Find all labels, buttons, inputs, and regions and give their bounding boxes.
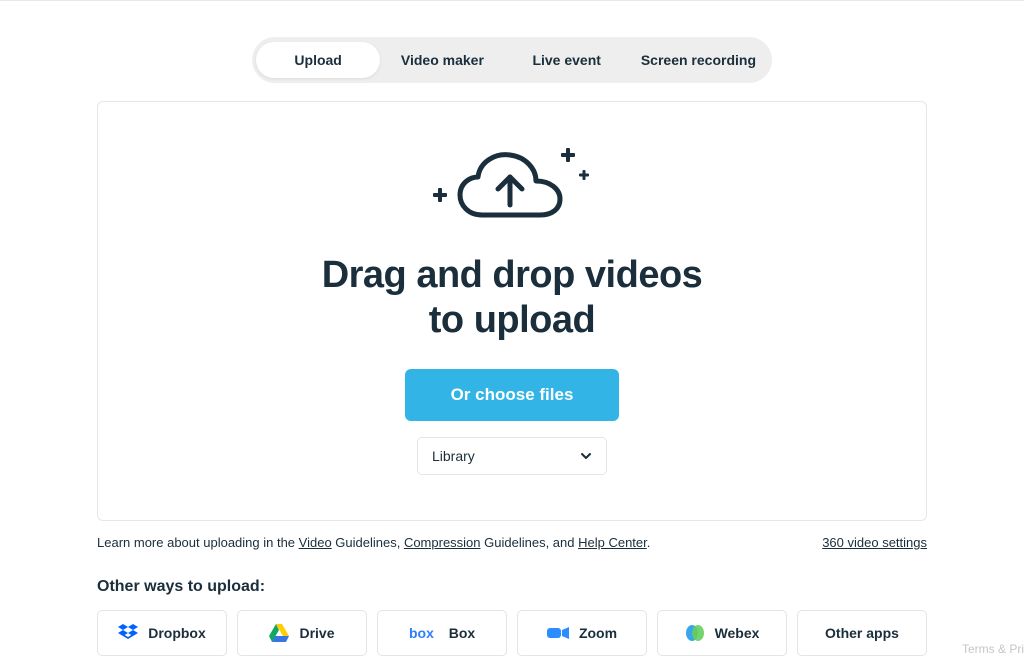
- provider-zoom[interactable]: Zoom: [517, 610, 647, 656]
- guidelines-end: .: [647, 535, 651, 550]
- help-center-link[interactable]: Help Center: [578, 535, 647, 550]
- help-row: Learn more about uploading in the Video …: [97, 535, 927, 550]
- mode-tabs: Upload Video maker Live event Screen rec…: [252, 37, 772, 83]
- drop-zone-headline: Drag and drop videos to upload: [322, 253, 703, 343]
- destination-select[interactable]: Library: [417, 437, 607, 475]
- provider-label: Drive: [299, 625, 334, 641]
- zoom-icon: [547, 626, 569, 640]
- webex-icon: [685, 624, 705, 642]
- cloud-upload-illustration: [412, 147, 612, 237]
- guidelines-sep2: Guidelines, and: [481, 535, 579, 550]
- upload-drop-zone[interactable]: Drag and drop videos to upload Or choose…: [97, 101, 927, 521]
- provider-box[interactable]: box Box: [377, 610, 507, 656]
- tab-video-maker[interactable]: Video maker: [380, 42, 504, 78]
- provider-label: Box: [449, 625, 475, 641]
- provider-label: Other apps: [825, 625, 899, 641]
- video-guidelines-link[interactable]: Video: [299, 535, 332, 550]
- compression-guidelines-link[interactable]: Compression: [404, 535, 481, 550]
- box-icon: box: [409, 625, 439, 641]
- google-drive-icon: [269, 624, 289, 642]
- provider-drive[interactable]: Drive: [237, 610, 367, 656]
- choose-files-button[interactable]: Or choose files: [405, 369, 620, 421]
- headline-line-1: Drag and drop videos: [322, 254, 703, 296]
- dropbox-icon: [118, 624, 138, 642]
- tab-upload[interactable]: Upload: [256, 42, 380, 78]
- provider-webex[interactable]: Webex: [657, 610, 787, 656]
- providers-row: Dropbox Drive box Box Zoom Webex: [97, 610, 927, 656]
- guidelines-text: Learn more about uploading in the Video …: [97, 535, 650, 550]
- provider-other-apps[interactable]: Other apps: [797, 610, 927, 656]
- guidelines-prefix: Learn more about uploading in the: [97, 535, 299, 550]
- headline-line-2: to upload: [429, 299, 595, 341]
- provider-label: Zoom: [579, 625, 617, 641]
- other-ways-title: Other ways to upload:: [97, 578, 927, 596]
- 360-video-settings-link[interactable]: 360 video settings: [822, 535, 927, 550]
- tab-screen-recording[interactable]: Screen recording: [629, 42, 768, 78]
- chevron-down-icon: [580, 450, 592, 462]
- provider-label: Dropbox: [148, 625, 206, 641]
- provider-dropbox[interactable]: Dropbox: [97, 610, 227, 656]
- cloud-upload-icon: [412, 147, 612, 237]
- guidelines-sep1: Guidelines,: [332, 535, 404, 550]
- top-divider: [0, 0, 1024, 1]
- destination-selected-label: Library: [432, 448, 475, 464]
- provider-label: Webex: [715, 625, 760, 641]
- tab-live-event[interactable]: Live event: [505, 42, 629, 78]
- svg-text:box: box: [409, 625, 434, 641]
- terms-link[interactable]: Terms & Pri: [962, 642, 1024, 656]
- main-container: Upload Video maker Live event Screen rec…: [97, 37, 927, 656]
